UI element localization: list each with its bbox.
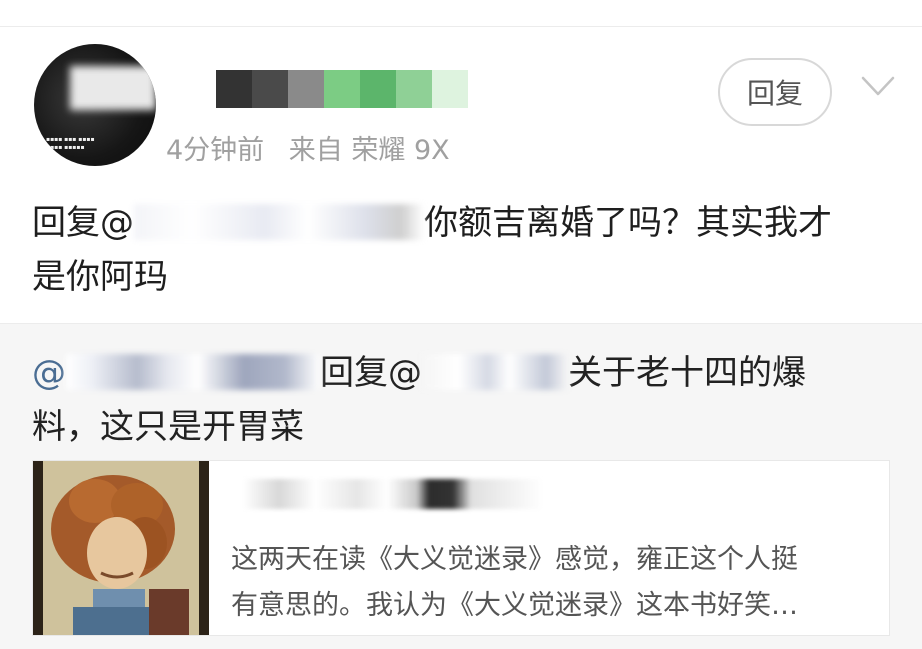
quoted-body-line1: 关于老十四的爆 xyxy=(568,353,806,393)
username-redacted[interactable] xyxy=(216,70,468,108)
redaction-block xyxy=(288,70,324,108)
article-card[interactable]: 这两天在读《大义觉迷录》感觉，雍正这个人挺 有意思的。我认为《大义觉迷录》这本书… xyxy=(32,460,890,636)
redaction-block xyxy=(432,70,468,108)
avatar[interactable]: ▪▪▪▪ ▪▪▪ ▪▪▪▪ ▪▪▪▪ ▪▪▪▪▪ xyxy=(34,44,156,166)
quoted-reply-mid: 回复@ xyxy=(320,353,422,393)
redaction-block xyxy=(216,70,252,108)
mention-redacted[interactable] xyxy=(134,204,424,240)
reply-button[interactable]: 回复 xyxy=(718,58,832,126)
comment-source: 来自 荣耀 9X xyxy=(288,135,450,166)
card-title-redacted xyxy=(243,469,563,515)
redaction-block xyxy=(360,70,396,108)
quoted-mention-prefix[interactable]: @ xyxy=(32,353,66,393)
comment-time: 4分钟前 xyxy=(166,135,265,166)
comment-body-line2: 是你阿玛 xyxy=(32,257,168,297)
avatar-blur-patch xyxy=(70,66,156,110)
card-description: 这两天在读《大义觉迷录》感觉，雍正这个人挺 有意思的。我认为《大义觉迷录》这本书… xyxy=(231,537,881,629)
redaction-block xyxy=(396,70,432,108)
comment-meta: 4分钟前 来自 荣耀 9X xyxy=(166,128,466,167)
card-desc-line1: 这两天在读《大义觉迷录》感觉，雍正这个人挺 xyxy=(231,544,798,575)
portrait-thumbnail-icon xyxy=(33,461,209,635)
avatar-caption-icon: ▪▪▪▪ ▪▪▪ ▪▪▪▪ ▪▪▪▪ ▪▪▪▪▪ xyxy=(46,136,95,151)
reply-prefix: 回复@ xyxy=(32,203,134,243)
chevron-down-icon[interactable] xyxy=(860,74,896,98)
quoted-body-line2: 料，这只是开胃菜 xyxy=(32,407,304,447)
redaction-block xyxy=(324,70,360,108)
top-divider-strip xyxy=(0,0,922,27)
redaction-block xyxy=(252,70,288,108)
comment-body-line1: 你额吉离婚了吗？其实我才 xyxy=(424,203,832,243)
quoted-mention-redacted[interactable] xyxy=(422,354,568,390)
comment-text: 回复@ 你额吉离婚了吗？其实我才 是你阿玛 xyxy=(32,196,892,304)
quoted-text: @ 回复@ 关于老十四的爆 料，这只是开胃菜 xyxy=(32,346,872,454)
quoted-user-redacted xyxy=(66,354,320,390)
quoted-comment[interactable]: @ 回复@ 关于老十四的爆 料，这只是开胃菜 这两天在读《大义觉迷录》感觉，雍正这个… xyxy=(0,323,922,649)
card-desc-line2: 有意思的。我认为《大义觉迷录》这本书好笑… xyxy=(231,590,798,621)
